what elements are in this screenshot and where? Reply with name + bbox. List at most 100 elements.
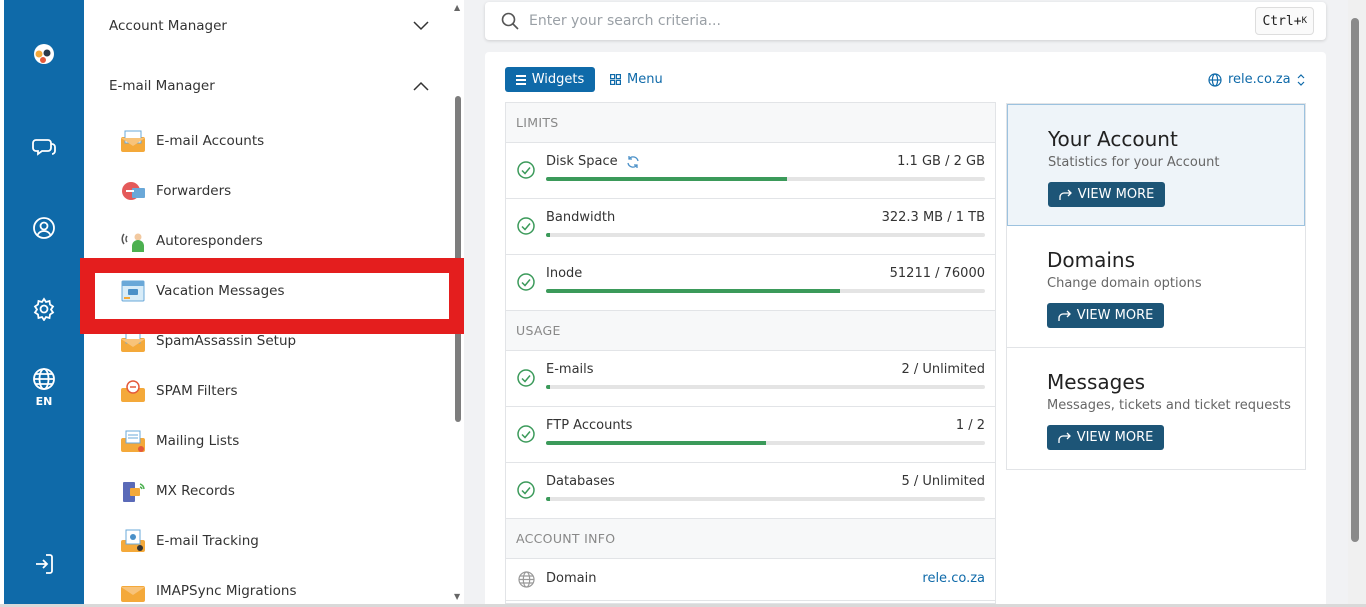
highlight-box	[80, 258, 464, 334]
section-title: E-mail Manager	[109, 78, 215, 94]
quick-panels: Your Account Statistics for your Account…	[1006, 103, 1306, 470]
stat-label: Databases	[546, 474, 615, 489]
shortcut-text: Ctrl+	[1262, 13, 1302, 29]
tracking-icon	[120, 528, 146, 554]
check-circle-icon	[517, 217, 535, 235]
menu-item-spam-filters[interactable]: SPAM Filters	[120, 373, 410, 409]
list-icon	[515, 74, 526, 85]
check-circle-icon	[517, 161, 535, 179]
keyboard-shortcut: Ctrl+ K	[1255, 7, 1314, 35]
chevron-up-icon	[413, 81, 429, 91]
domain-selector[interactable]: rele.co.za	[1208, 67, 1305, 92]
panel-domains: Domains Change domain options VIEW MORE	[1007, 226, 1305, 348]
progress-fill	[546, 441, 766, 445]
widgets-button[interactable]: Widgets	[505, 67, 595, 92]
scroll-up-arrow[interactable]: ▲	[454, 3, 460, 12]
progress-fill	[546, 177, 788, 181]
menu-item-label: SpamAssassin Setup	[156, 333, 297, 349]
menu-item-mailing-lists[interactable]: Mailing Lists	[120, 423, 410, 459]
scroll-down-arrow[interactable]: ▼	[454, 592, 460, 601]
share-icon	[1059, 189, 1072, 200]
account-label: Domain	[546, 571, 597, 586]
search-input[interactable]: Enter your search criteria...	[529, 13, 721, 29]
menu-item-label: MX Records	[156, 483, 235, 499]
progress-fill	[546, 289, 841, 293]
view-more-button[interactable]: VIEW MORE	[1047, 303, 1164, 328]
forward-icon	[120, 178, 146, 204]
stats-panel: LIMITS Disk Space 1.1 GB / 2 GB Bandwidt…	[505, 102, 996, 604]
account-value-link[interactable]: rele.co.za	[922, 571, 985, 586]
logout-icon[interactable]	[4, 552, 84, 576]
limits-header: LIMITS	[506, 103, 995, 143]
menu-item-email-tracking[interactable]: E-mail Tracking	[120, 523, 410, 559]
stat-label: Disk Space	[546, 154, 618, 169]
stat-label: Inode	[546, 266, 583, 281]
menu-item-imapsync-migrations[interactable]: IMAPSync Migrations	[120, 573, 410, 604]
share-icon	[1058, 310, 1071, 321]
globe-icon	[33, 368, 55, 390]
section-email-manager[interactable]: E-mail Manager	[109, 74, 429, 98]
progress-bar	[546, 441, 985, 445]
stat-value: 1.1 GB / 2 GB	[897, 154, 985, 169]
menu-item-mx-records[interactable]: MX Records	[120, 473, 410, 509]
envelope-icon	[120, 128, 146, 154]
panel-title: Your Account	[1048, 127, 1178, 151]
account-info-header: ACCOUNT INFO	[506, 519, 995, 559]
left-rail: EN	[4, 0, 84, 604]
mx-records-icon	[120, 478, 146, 504]
chat-icon[interactable]	[4, 135, 84, 159]
menu-item-label: IMAPSync Migrations	[156, 583, 297, 599]
menu-button[interactable]: Menu	[610, 67, 663, 92]
language-label: EN	[35, 395, 53, 408]
autoresponder-icon	[120, 228, 146, 254]
progress-bar	[546, 177, 985, 181]
gear-icon[interactable]	[4, 297, 84, 321]
stat-value: 51211 / 76000	[889, 266, 985, 281]
account-row-domain: Domain rele.co.za	[506, 559, 995, 601]
view-more-button[interactable]: VIEW MORE	[1048, 182, 1165, 207]
progress-bar	[546, 497, 985, 501]
window-scrollbar-thumb[interactable]	[1351, 18, 1359, 542]
search-icon	[501, 12, 519, 30]
panel-title: Messages	[1047, 370, 1146, 394]
stat-value: 5 / Unlimited	[901, 474, 985, 489]
stat-value: 322.3 MB / 1 TB	[881, 210, 985, 225]
panel-subtitle: Statistics for your Account	[1048, 155, 1220, 170]
menu-label: Menu	[627, 72, 663, 87]
globe-icon	[1208, 72, 1222, 87]
check-circle-icon	[517, 481, 535, 499]
stat-label: E-mails	[546, 362, 594, 377]
panel-messages: Messages Messages, tickets and ticket re…	[1007, 348, 1305, 470]
button-label: VIEW MORE	[1076, 430, 1154, 445]
language-selector[interactable]: EN	[4, 367, 84, 408]
button-label: VIEW MORE	[1077, 187, 1155, 202]
stat-row-disk-space: Disk Space 1.1 GB / 2 GB	[506, 143, 995, 199]
panel-subtitle: Messages, tickets and ticket requests	[1047, 398, 1291, 413]
menu-item-label: E-mail Tracking	[156, 533, 259, 549]
chevron-down-icon	[413, 21, 429, 31]
domain-label: rele.co.za	[1228, 72, 1291, 87]
shortcut-key: K	[1301, 16, 1307, 26]
panel-title: Domains	[1047, 248, 1136, 272]
progress-bar	[546, 289, 985, 293]
widgets-label: Widgets	[531, 72, 585, 87]
progress-bar	[546, 233, 985, 237]
stat-row-ftp-accounts: FTP Accounts 1 / 2	[506, 407, 995, 463]
menu-item-forwarders[interactable]: Forwarders	[120, 173, 410, 209]
menu-item-label: Forwarders	[156, 183, 232, 199]
logo-icon[interactable]	[4, 42, 84, 68]
check-circle-icon	[517, 425, 535, 443]
menu-item-email-accounts[interactable]: E-mail Accounts	[120, 123, 410, 159]
progress-fill	[546, 497, 551, 501]
button-label: VIEW MORE	[1076, 308, 1154, 323]
menu-item-autoresponders[interactable]: Autoresponders	[120, 223, 410, 259]
section-title: Account Manager	[109, 18, 227, 34]
search-bar[interactable]: Enter your search criteria... Ctrl+ K	[485, 2, 1326, 40]
user-icon[interactable]	[4, 216, 84, 240]
view-more-button[interactable]: VIEW MORE	[1047, 425, 1164, 450]
check-circle-icon	[517, 273, 535, 291]
refresh-icon[interactable]	[626, 155, 640, 169]
section-account-manager[interactable]: Account Manager	[109, 14, 429, 38]
stat-row-bandwidth: Bandwidth 322.3 MB / 1 TB	[506, 199, 995, 255]
mailing-list-icon	[120, 428, 146, 454]
